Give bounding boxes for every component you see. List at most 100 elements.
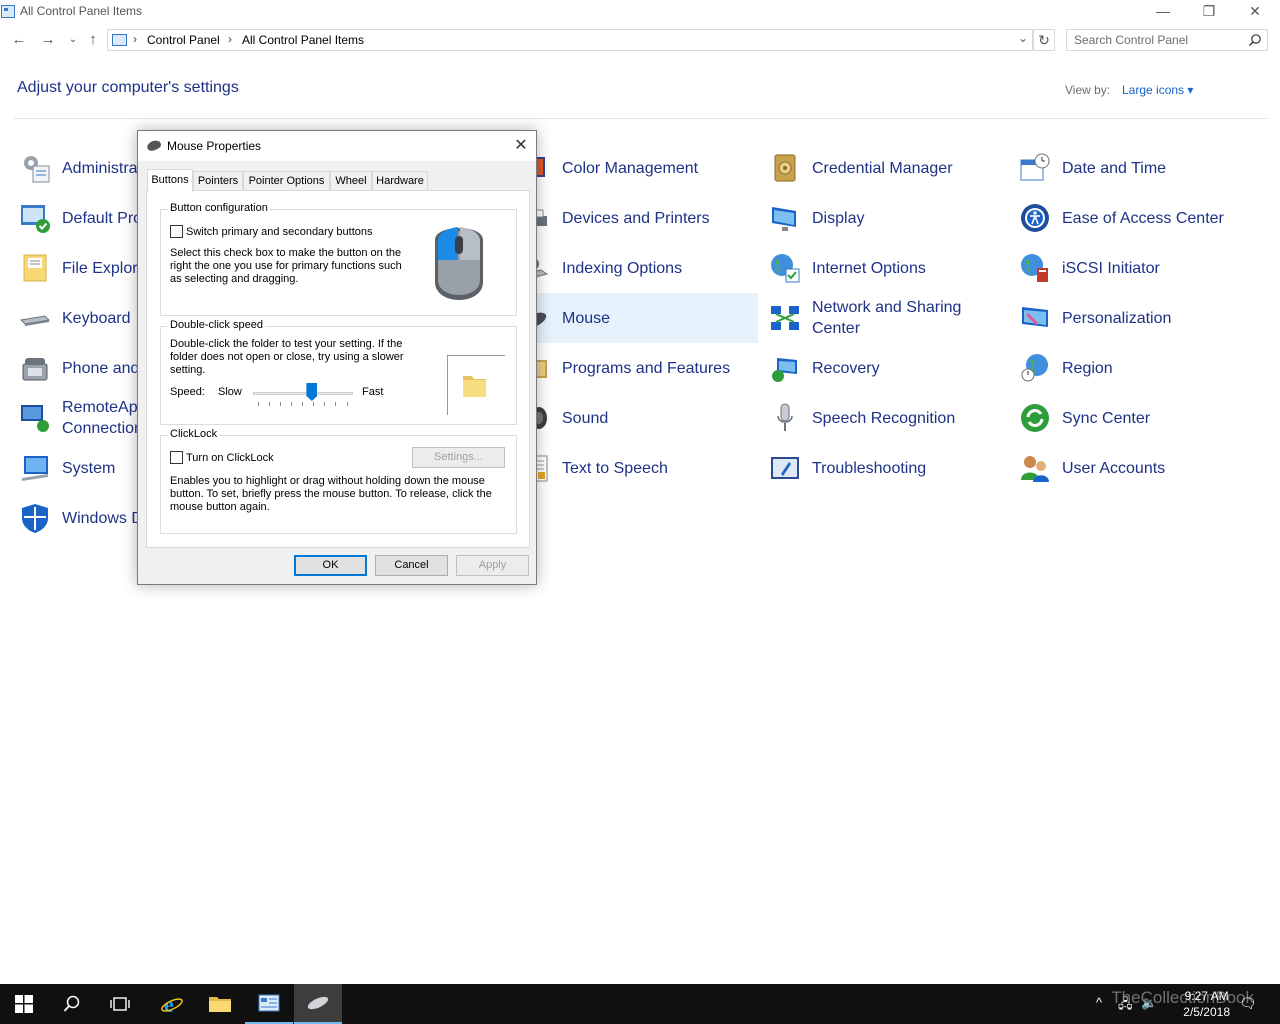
cp-item-label: Personalization xyxy=(1062,309,1172,327)
ok-button[interactable]: OK xyxy=(294,555,367,576)
window-titlebar: All Control Panel Items — ❐ ✕ xyxy=(0,0,1280,24)
cp-item-sound[interactable]: Sound xyxy=(517,393,758,443)
checkbox-label: Turn on ClickLock xyxy=(186,452,274,464)
personalization-icon xyxy=(1022,307,1048,327)
description-line: Select this check box to make the button… xyxy=(170,247,402,259)
cp-item-troubleshooting[interactable]: Troubleshooting xyxy=(767,443,1007,493)
taskbar-clock[interactable]: 9:27 AM 2/5/2018 xyxy=(1183,988,1230,1020)
view-by-label: View by: xyxy=(1065,83,1111,97)
search-input[interactable] xyxy=(1074,33,1244,47)
group-label: ClickLock xyxy=(168,428,220,440)
cp-item-network-and-sharing-center[interactable]: Network and Sharing Center xyxy=(767,293,1007,343)
tab-wheel[interactable]: Wheel xyxy=(330,171,372,191)
dialog-close-button[interactable]: ✕ xyxy=(510,135,532,157)
cp-item-label: Mouse xyxy=(562,309,611,327)
recent-locations-chevron-icon[interactable]: ⌄ xyxy=(63,30,83,50)
breadcrumb-control-panel[interactable]: Control Panel xyxy=(147,33,220,47)
cp-item-label: Sync Center xyxy=(1062,409,1151,427)
fast-label: Fast xyxy=(362,386,384,398)
cp-item-credential-manager[interactable]: Credential Manager xyxy=(767,143,1007,193)
search-taskbar-button[interactable] xyxy=(48,984,96,1024)
test-folder-area[interactable] xyxy=(447,355,505,415)
cp-item-label: Ease of Access Center xyxy=(1062,209,1224,227)
cp-item-ease-of-access-center[interactable]: Ease of Access Center xyxy=(1017,193,1268,243)
minimize-button[interactable]: — xyxy=(1140,0,1186,24)
description-line: folder does not open or close, try using… xyxy=(170,351,404,363)
cp-item-text-to-speech[interactable]: Text to Speech xyxy=(517,443,758,493)
up-arrow-icon[interactable]: ↑ xyxy=(83,30,103,50)
cp-item-internet-options[interactable]: Internet Options xyxy=(767,243,1007,293)
cp-item-region[interactable]: Region xyxy=(1017,343,1268,393)
cp-item-label: iSCSI Initiator xyxy=(1062,259,1160,277)
cp-item-user-accounts[interactable]: User Accounts xyxy=(1017,443,1268,493)
back-arrow-icon[interactable]: ← xyxy=(9,30,29,50)
administrative-tools-icon xyxy=(24,156,50,183)
cp-item-label: Indexing Options xyxy=(562,259,683,277)
tab-hardware[interactable]: Hardware xyxy=(372,171,428,191)
tab-pointer-options[interactable]: Pointer Options xyxy=(243,171,330,191)
cp-item-label: Text to Speech xyxy=(562,459,668,477)
shield-icon xyxy=(22,504,48,533)
show-hidden-icons-chevron-icon[interactable]: ^ xyxy=(1096,995,1102,1010)
checkbox-label: Switch primary and secondary buttons xyxy=(186,226,373,238)
cp-item-color-management[interactable]: Color Management xyxy=(517,143,758,193)
search-box[interactable] xyxy=(1066,29,1268,51)
cp-item-sync-center[interactable]: Sync Center xyxy=(1017,393,1268,443)
internet-explorer-icon: e xyxy=(161,992,183,1016)
refresh-icon[interactable]: ↻ xyxy=(1033,29,1055,51)
clicklock-group: ClickLock Turn on ClickLock Settings... … xyxy=(160,428,517,534)
cp-item-label: Network and Sharing Center xyxy=(812,293,982,343)
cp-item-devices-and-printers[interactable]: Devices and Printers xyxy=(517,193,758,243)
recovery-icon xyxy=(772,358,797,382)
speed-slider[interactable] xyxy=(253,383,353,407)
address-bar[interactable]: › Control Panel › All Control Panel Item… xyxy=(107,29,1033,51)
description-line: setting. xyxy=(170,364,206,376)
cp-item-mouse[interactable]: Mouse xyxy=(517,293,758,343)
network-icon xyxy=(771,306,799,330)
apply-button[interactable]: Apply xyxy=(456,555,529,576)
control-panel-taskbar-button[interactable] xyxy=(245,984,293,1024)
chevron-down-icon[interactable]: ⌄ xyxy=(1018,31,1028,45)
cancel-button[interactable]: Cancel xyxy=(375,555,448,576)
cp-item-indexing-options[interactable]: Indexing Options xyxy=(517,243,758,293)
cp-item-personalization[interactable]: Personalization xyxy=(1017,293,1268,343)
mouse-icon xyxy=(307,996,329,1010)
breadcrumb-all-items[interactable]: All Control Panel Items xyxy=(242,33,364,47)
tab-pointers[interactable]: Pointers xyxy=(193,171,243,191)
switch-buttons-checkbox[interactable] xyxy=(170,225,183,238)
cp-item-display[interactable]: Display xyxy=(767,193,1007,243)
description-line: right the one you use for primary functi… xyxy=(170,260,402,272)
start-button[interactable] xyxy=(0,984,48,1024)
forward-arrow-icon[interactable]: → xyxy=(38,30,58,50)
tab-buttons[interactable]: Buttons xyxy=(147,169,193,192)
clicklock-checkbox[interactable] xyxy=(170,451,183,464)
view-by-dropdown[interactable]: Large icons ▾ xyxy=(1122,83,1193,97)
cp-item-label: User Accounts xyxy=(1062,459,1166,477)
clock-date: 2/5/2018 xyxy=(1183,1005,1230,1019)
close-button[interactable]: ✕ xyxy=(1232,0,1278,24)
notifications-icon[interactable]: 🗨 xyxy=(1239,995,1257,1012)
windows-logo-icon xyxy=(15,995,33,1013)
troubleshooting-icon xyxy=(771,457,799,479)
slider-thumb[interactable] xyxy=(306,383,318,401)
internet-explorer-button[interactable]: e xyxy=(148,984,196,1024)
cp-item-programs-and-features[interactable]: Programs and Features xyxy=(517,343,758,393)
cp-item-recovery[interactable]: Recovery xyxy=(767,343,1007,393)
cp-item-label: Devices and Printers xyxy=(562,209,710,227)
region-globe-icon xyxy=(1021,354,1048,382)
users-icon xyxy=(1021,456,1049,482)
cp-item-iscsi-initiator[interactable]: iSCSI Initiator xyxy=(1017,243,1268,293)
mouse-properties-taskbar-button[interactable] xyxy=(294,984,342,1024)
task-view-button[interactable] xyxy=(96,984,144,1024)
clicklock-settings-button[interactable]: Settings... xyxy=(412,447,505,468)
cp-item-date-and-time[interactable]: Date and Time xyxy=(1017,143,1268,193)
iscsi-globe-icon xyxy=(1021,254,1048,282)
cp-item-speech-recognition[interactable]: Speech Recognition xyxy=(767,393,1007,443)
vault-icon xyxy=(774,154,796,182)
cp-item-label: Credential Manager xyxy=(812,159,953,177)
file-explorer-button[interactable] xyxy=(196,984,244,1024)
clock-time: 9:27 AM xyxy=(1184,989,1229,1003)
phone-icon xyxy=(22,358,48,381)
restore-button[interactable]: ❐ xyxy=(1186,0,1232,24)
cp-item-label: Programs and Features xyxy=(562,359,731,377)
